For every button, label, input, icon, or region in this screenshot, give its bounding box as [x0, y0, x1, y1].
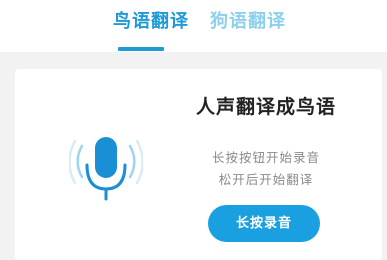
active-tab-indicator	[118, 47, 164, 51]
card-title: 人声翻译成鸟语	[195, 96, 336, 118]
app-root: 鸟语翻译 狗语翻译 人声翻译成鸟语 长按按钮开始录音 松开后开始翻译 长按录音	[0, 0, 387, 260]
microphone-icon	[68, 131, 144, 205]
tab-bird-translate[interactable]: 鸟语翻译	[113, 9, 189, 35]
instruction-line-1: 长按按钮开始录音	[211, 150, 320, 165]
hold-to-record-button[interactable]: 长按录音	[208, 205, 320, 242]
tab-bar: 鸟语翻译 狗语翻译	[0, 0, 387, 52]
instruction-line-2: 松开后开始翻译	[218, 172, 314, 187]
translate-card: 人声翻译成鸟语 长按按钮开始录音 松开后开始翻译 长按录音	[15, 69, 382, 260]
tab-dog-translate[interactable]: 狗语翻译	[210, 9, 286, 35]
